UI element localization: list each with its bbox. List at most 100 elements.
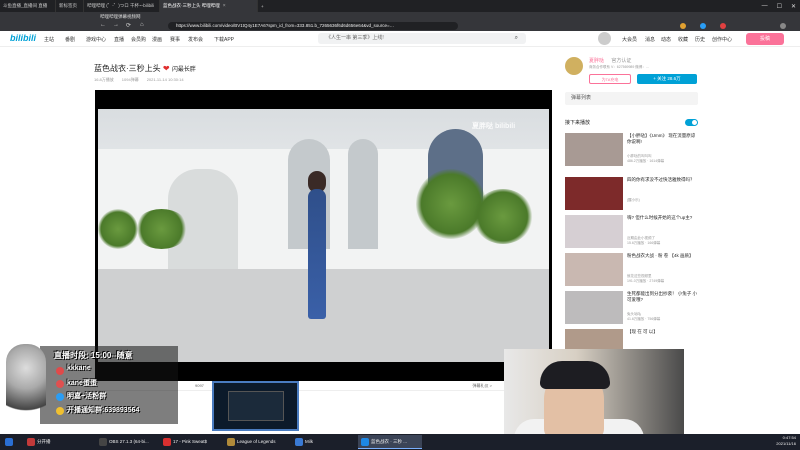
taskbar-item[interactable]: League of Legends — [224, 435, 290, 449]
start-button[interactable] — [2, 435, 18, 449]
video-player[interactable]: 夏胖哒 bilibili — [95, 90, 552, 381]
nav-dynamic[interactable]: 动态 — [661, 36, 671, 43]
recommendation-item[interactable]: 【现 在 可 以】 — [565, 329, 700, 349]
recommendation-item[interactable]: 粉色战衣大战 · 粉 卷 【4k 画质】 就花这些视频里 191.0万播放 · … — [565, 253, 700, 286]
tree — [473, 189, 533, 244]
recommendation-thumbnail[interactable] — [565, 133, 623, 166]
tab-new[interactable]: 新标签页 — [56, 0, 84, 12]
nav-messages[interactable]: 消息 — [645, 36, 655, 43]
new-tab-button[interactable]: + — [258, 0, 270, 12]
windows-icon — [5, 438, 13, 446]
extension-icon[interactable] — [680, 23, 686, 29]
charge-button[interactable]: 为TA充电 — [589, 74, 631, 84]
tab-label: 蓝色战衣·三秒上头 哔哩哔哩 — [163, 3, 220, 8]
recommendation-title[interactable]: 【现 在 可 以】 — [627, 329, 699, 335]
tab-label: 哔哩哔哩 (゜-゜)つロ 干杯~-bilibili — [87, 3, 155, 8]
extension-icon[interactable] — [700, 23, 706, 29]
upload-button[interactable]: 投稿 — [746, 33, 784, 45]
nav-item-download-app[interactable]: 下载APP — [214, 36, 234, 43]
overlay-schedule: 直播时段: 15:00--随意 — [54, 351, 133, 360]
nav-item[interactable]: 游戏中心 — [86, 36, 106, 43]
search-input[interactable]: 《人生一串 第三季》上线! ⌕ — [318, 33, 526, 44]
minimize-button[interactable]: — — [762, 3, 768, 9]
stream-overlay: 直播时段: 15:00--随意 kkkane kane蛋蛋 明嘉+活粉群 开播通… — [0, 344, 180, 436]
recommendation-thumbnail[interactable] — [565, 329, 623, 349]
close-icon[interactable]: × — [223, 3, 226, 9]
bilibili-logo[interactable]: bilibili — [10, 33, 36, 43]
astronaut-mascot — [6, 344, 46, 424]
obs-icon — [99, 438, 107, 446]
close-window-button[interactable]: ✕ — [791, 3, 796, 10]
recommendation-item[interactable]: 【小胖哒】《Umm》 现在流量原谅你说啊! 小胖哒的叫叫叫 486.2万播放 ·… — [565, 133, 700, 166]
reload-icon[interactable]: ⟳ — [126, 22, 131, 29]
nav-history[interactable]: 历史 — [695, 36, 705, 43]
recommendation-title[interactable]: 粉色战衣大战 · 粉 卷 【4k 画质】 — [627, 253, 699, 259]
maximize-button[interactable]: ☐ — [777, 3, 782, 10]
tree — [134, 209, 189, 249]
extension-icon[interactable] — [720, 23, 726, 29]
taskbar-item[interactable]: OBS 27.1.3 (64-bi... — [96, 435, 158, 449]
group-icon — [56, 393, 64, 401]
taskbar-label: Milk — [305, 439, 313, 444]
recommendation-item[interactable]: 生死都能出到分出抄袭！ 小兔子 小可爱哦? 兔头咕咕 41.6万播放 · 756… — [565, 291, 700, 324]
recommendation-thumbnail[interactable] — [565, 253, 623, 286]
home-icon[interactable]: ⌂ — [140, 22, 144, 28]
nav-item[interactable]: 会员购 — [131, 36, 146, 43]
taskbar-item[interactable]: Milk — [292, 435, 356, 449]
nav-item[interactable]: 漫画 — [152, 36, 162, 43]
nav-favorites[interactable]: 收藏 — [678, 36, 688, 43]
recommendation-thumbnail[interactable] — [565, 291, 623, 324]
app-icon — [27, 438, 35, 446]
recommendation-item[interactable]: 四的你有求没不过快活雅致得吗？ (醒小乐) — [565, 177, 700, 210]
video-meta: 16.8万播放 1094弹幕 2021-11-14 10:30:14 — [94, 77, 184, 83]
tab-douyu[interactable]: 斗鱼直播_直播间 直播 — [0, 0, 56, 12]
recommendation-meta: 小胖哒的叫叫叫 486.2万播放 · 1614弹幕 — [627, 154, 699, 164]
taskbar-label: 17 - Pink Sweat$ — [173, 439, 208, 444]
nav-item[interactable]: 番剧 — [65, 36, 75, 43]
taskbar-item[interactable]: 分开播 — [24, 435, 94, 449]
taskbar-label: League of Legends — [237, 439, 276, 444]
nav-item[interactable]: 发布会 — [188, 36, 203, 43]
system-clock[interactable]: 0:47:54 2021/11/16 — [776, 435, 796, 447]
video-watermark: 夏胖哒 bilibili — [472, 123, 516, 130]
recommendation-title[interactable]: 嗨? 但什么时候开始的这个up主? — [627, 215, 699, 221]
nav-vip[interactable]: 大会员 — [622, 36, 637, 43]
overlay-id: kkkane — [67, 365, 91, 372]
recommendation-title[interactable]: 四的你有求没不过快活雅致得吗？ — [627, 177, 699, 183]
follow-button[interactable]: + 关注 28.6万 — [637, 74, 697, 84]
recommendation-title[interactable]: 生死都能出到分出抄袭！ 小兔子 小可爱哦? — [627, 291, 699, 303]
danmaku-list-panel[interactable]: 弹幕列表 — [565, 92, 698, 105]
nav-item[interactable]: 主站 — [44, 36, 54, 43]
tab-bilibili-video[interactable]: 蓝色战衣·三秒上头 哔哩哔哩 × — [160, 0, 258, 12]
url-input[interactable]: https://www.bilibili.com/video/BV1tQ4y1E… — [168, 22, 458, 30]
taskbar-item-active[interactable]: 蓝色战衣 · 三秒 ... — [358, 435, 422, 449]
person-blue-dress — [308, 189, 326, 319]
profile-icon[interactable] — [780, 23, 786, 29]
nav-creator-center[interactable]: 创作中心 — [712, 36, 732, 43]
windows-taskbar: 分开播 OBS 27.1.3 (64-bi... 17 - Pink Sweat… — [0, 434, 800, 450]
video-frame[interactable]: 夏胖哒 bilibili — [98, 109, 549, 362]
recommendation-item[interactable]: 嗨? 但什么时候开始的这个up主? 近期由此小视频了 15.6万播放 · 166… — [565, 215, 700, 248]
bookmark-item[interactable]: 哔哩哔哩弹幕视频网 — [100, 14, 141, 20]
up-name[interactable]: 夏胖哒 官方认证 — [589, 57, 631, 64]
forward-icon[interactable]: → — [113, 22, 119, 28]
recommendation-title[interactable]: 【小胖哒】《Umm》 现在流量原谅你说啊! — [627, 133, 699, 145]
tab-bilibili-home[interactable]: 哔哩哔哩 (゜-゜)つロ 干杯~-bilibili — [84, 0, 160, 12]
avatar[interactable] — [598, 32, 611, 45]
video-title-suffix: 闪最长胖 — [171, 67, 196, 73]
nav-item[interactable]: 赛事 — [170, 36, 180, 43]
autoplay-toggle[interactable] — [685, 119, 698, 126]
nav-item[interactable]: 直播 — [114, 36, 124, 43]
search-icon[interactable]: ⌕ — [515, 33, 518, 44]
autoplay-label: 接下来播放 — [565, 120, 591, 126]
recommendation-stats: 15.6万播放 · 166弹幕 — [627, 241, 661, 245]
back-icon[interactable]: ← — [100, 22, 106, 28]
recommendation-thumbnail[interactable] — [565, 215, 623, 248]
verified-badge: 官方认证 — [611, 58, 632, 64]
browser-tab-bar: 斗鱼直播_直播间 直播 新标签页 哔哩哔哩 (゜-゜)つロ 干杯~-bilibi… — [0, 0, 800, 12]
danmaku-etiquette-link[interactable]: 弹幕礼仪 > — [473, 383, 492, 389]
taskbar-item[interactable]: 17 - Pink Sweat$ — [160, 435, 222, 449]
video-title: 蓝色战衣·三秒上头 ❤ 闪最长胖 — [94, 63, 196, 74]
up-avatar[interactable] — [565, 57, 583, 75]
recommendation-thumbnail[interactable] — [565, 177, 623, 210]
